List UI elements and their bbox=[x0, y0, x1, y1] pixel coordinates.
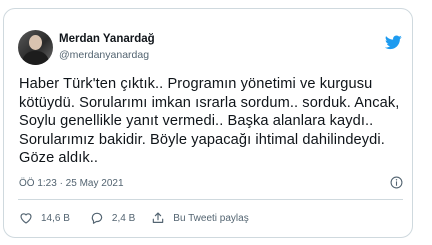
info-icon[interactable] bbox=[390, 176, 403, 189]
like-count: 14,6 B bbox=[41, 212, 70, 224]
reply-button[interactable]: 2,4 B bbox=[90, 211, 135, 225]
twitter-bird-icon[interactable] bbox=[385, 35, 402, 50]
author-handle[interactable]: @merdanyanardag bbox=[59, 49, 149, 61]
share-icon bbox=[153, 212, 164, 223]
reply-count: 2,4 B bbox=[111, 212, 136, 224]
avatar-shoulders bbox=[22, 51, 49, 65]
tweet-timestamp[interactable]: ÖÖ 1:23 · 25 May 2021 bbox=[19, 178, 124, 189]
like-button[interactable]: 14,6 B bbox=[19, 211, 70, 225]
tweet-text: Haber Türk'ten çıktık.. Programın yöneti… bbox=[19, 76, 400, 167]
avatar[interactable] bbox=[18, 30, 53, 65]
avatar-face bbox=[29, 35, 42, 50]
heart-icon bbox=[20, 213, 32, 224]
tweet-card[interactable]: Merdan Yanardağ @merdanyanardag Haber Tü… bbox=[3, 8, 413, 238]
share-button[interactable]: Bu Tweeti paylaş bbox=[151, 211, 249, 225]
author-name[interactable]: Merdan Yanardağ bbox=[59, 33, 155, 45]
action-bar: 14,6 B 2,4 B Bu Tweeti paylaş bbox=[19, 210, 249, 226]
share-label: Bu Tweeti paylaş bbox=[173, 212, 249, 224]
divider bbox=[18, 199, 403, 200]
reply-bubble-icon bbox=[91, 212, 103, 224]
